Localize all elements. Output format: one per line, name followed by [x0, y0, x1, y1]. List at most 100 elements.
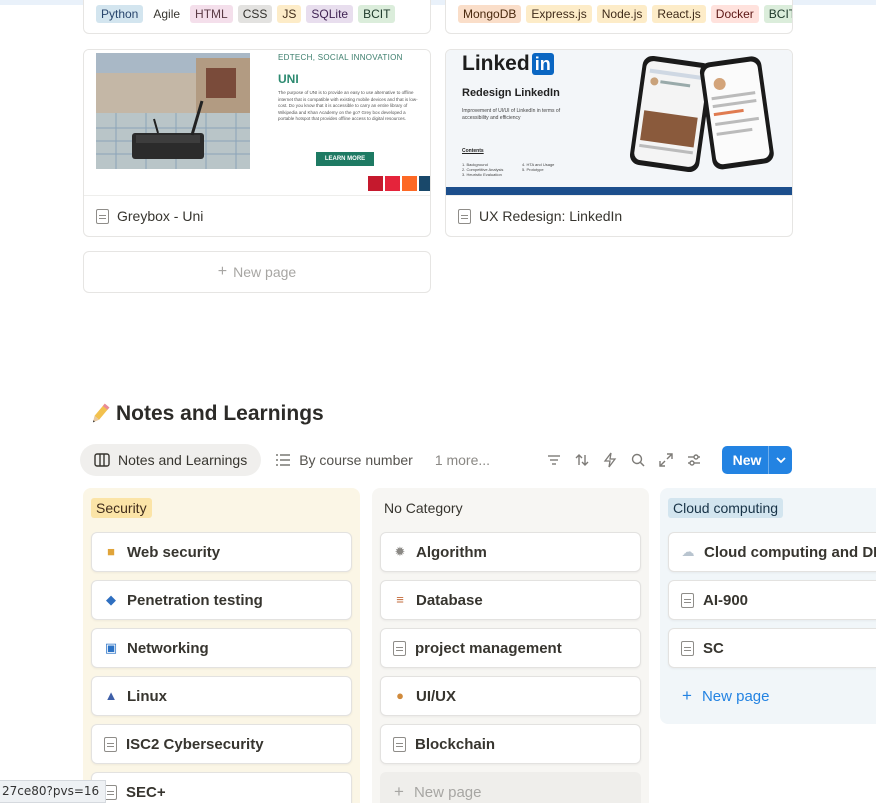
new-page-label: New page — [233, 264, 297, 280]
board-card[interactable]: project management — [380, 628, 641, 668]
cover-footer-bar — [446, 187, 792, 195]
board-card[interactable]: ◆ Penetration testing — [91, 580, 352, 620]
settings-icon[interactable] — [686, 452, 702, 468]
list-icon — [276, 454, 291, 466]
plus-icon: + — [217, 263, 228, 280]
card-cover-greybox: EDTECH, SOCIAL INNOVATION UNI The purpos… — [84, 50, 430, 196]
board-card-title: SEC+ — [126, 783, 166, 801]
page-icon — [458, 208, 471, 224]
board-card-title: Networking — [127, 639, 209, 657]
cover-heading: UNI — [278, 72, 299, 86]
pencil-icon — [92, 403, 110, 423]
gallery-card-python[interactable]: Python Agile HTML CSS JS SQLite BCIT — [83, 0, 431, 34]
board-card-title: project management — [415, 639, 562, 657]
board-card[interactable]: Blockchain — [380, 724, 641, 764]
board-card-title: Algorithm — [416, 543, 487, 561]
board-card[interactable]: ▣ Networking — [91, 628, 352, 668]
page-icon — [96, 208, 109, 224]
section-title-text: Notes and Learnings — [116, 402, 324, 425]
tag-react-js: React.js — [652, 5, 706, 23]
page-icon — [681, 640, 694, 656]
board-card[interactable]: ✹ Algorithm — [380, 532, 641, 572]
board-column-cloud-computing: Cloud computing ☁ Cloud computing and DF AI… — [660, 488, 876, 724]
plus-icon: + — [682, 686, 692, 705]
card-cover-linkedin: Linked in Redesign LinkedIn Improvement … — [446, 50, 792, 196]
learn-more-button: LEARN MORE — [316, 152, 374, 166]
column-header[interactable]: No Category — [380, 500, 468, 516]
tag-css: CSS — [237, 5, 273, 23]
board-card-title: Penetration testing — [127, 591, 263, 609]
tag-html: HTML — [190, 5, 233, 23]
cover-body: The purpose of UNI is to provide an easy… — [278, 90, 418, 121]
new-button-label: New — [732, 452, 762, 468]
page-icon — [104, 736, 117, 752]
filter-icon[interactable] — [546, 452, 562, 468]
tag-python: Python — [96, 5, 144, 23]
chevron-down-icon[interactable] — [768, 446, 792, 474]
penguin-icon: ▲ — [104, 688, 118, 703]
column-name: Security — [91, 498, 152, 518]
card-tags: Python Agile HTML CSS JS SQLite BCIT — [96, 5, 426, 23]
sort-icon[interactable] — [574, 452, 590, 468]
tag-node-js: Node.js — [596, 5, 648, 23]
card-title-row: Greybox - Uni — [96, 208, 203, 224]
chart-icon: ▣ — [104, 640, 118, 655]
board-card-title: ISC2 Cybersecurity — [126, 735, 264, 753]
sparkle-icon: ✹ — [394, 544, 406, 559]
view-tab-label: By course number — [299, 452, 413, 468]
new-button[interactable]: New — [722, 446, 792, 474]
database-toolbar: Notes and Learnings By course number 1 m… — [80, 444, 792, 476]
cover-heading: Redesign LinkedIn — [462, 87, 560, 99]
toolbar-actions — [546, 452, 702, 468]
tag-bcit: BCIT — [358, 5, 396, 23]
automation-icon[interactable] — [602, 452, 618, 468]
card-title: UX Redesign: LinkedIn — [479, 208, 623, 224]
page-icon — [393, 736, 406, 752]
tag-js: JS — [277, 5, 302, 23]
board-card-title: UI/UX — [416, 687, 457, 705]
more-views-button[interactable]: 1 more... — [435, 452, 490, 468]
column-new-page-button[interactable]: + New page — [380, 772, 641, 803]
lock-icon: ■ — [107, 544, 115, 559]
phone-mockups — [629, 55, 774, 173]
shield-icon: ◆ — [106, 592, 116, 607]
board-card[interactable]: ▲ Linux — [91, 676, 352, 716]
view-tab-board[interactable]: Notes and Learnings — [80, 444, 262, 476]
tag-express-js: Express.js — [526, 5, 592, 23]
cover-sub: Improvement of UI/UI of LinkedIn in term… — [462, 108, 561, 121]
board-card-title: SC — [703, 639, 724, 657]
palette-icon: ● — [396, 688, 404, 703]
board-card[interactable]: ≡ Database — [380, 580, 641, 620]
board-card[interactable]: AI-900 — [668, 580, 876, 620]
board-card[interactable]: ■ Web security — [91, 532, 352, 572]
board-card[interactable]: ISC2 Cybersecurity — [91, 724, 352, 764]
gallery-card-greybox[interactable]: EDTECH, SOCIAL INNOVATION UNI The purpos… — [83, 49, 431, 237]
column-new-page-button[interactable]: + New page — [668, 676, 876, 716]
gallery-card-linkedin[interactable]: Linked in Redesign LinkedIn Improvement … — [445, 49, 793, 237]
page-icon — [681, 592, 694, 608]
sdg-badges — [368, 176, 430, 191]
board-card[interactable]: SC — [668, 628, 876, 668]
column-header[interactable]: Cloud computing — [668, 498, 784, 518]
new-page-label: New page — [413, 783, 482, 801]
board-card[interactable]: SEC+ — [91, 772, 352, 803]
board-card-title: AI-900 — [703, 591, 749, 609]
view-tab-label: Notes and Learnings — [118, 452, 248, 468]
board-column-no-category: No Category ✹ Algorithm ≡ Database project ma… — [372, 488, 649, 803]
tag-docker: Docker — [710, 5, 759, 23]
board-card-title: Cloud computing and DF — [704, 543, 876, 561]
cover-category: EDTECH, SOCIAL INNOVATION — [278, 53, 403, 62]
plus-icon: + — [394, 782, 404, 801]
expand-icon[interactable] — [658, 452, 674, 468]
status-url: 27ce80?pvs=16 — [0, 780, 107, 803]
board-card[interactable]: ● UI/UX — [380, 676, 641, 716]
board-card-title: Blockchain — [415, 735, 496, 753]
gallery-card-mern[interactable]: MongoDB Express.js Node.js React.js Docker BC… — [445, 0, 793, 34]
column-header[interactable]: Security — [91, 498, 152, 518]
board-card[interactable]: ☁ Cloud computing and DF — [668, 532, 876, 572]
gallery-new-page-button[interactable]: + New page — [83, 251, 431, 293]
view-tab-list[interactable]: By course number — [261, 444, 427, 476]
search-icon[interactable] — [630, 452, 646, 468]
books-icon: ≡ — [396, 592, 404, 607]
tag-agile: Agile — [148, 5, 186, 23]
